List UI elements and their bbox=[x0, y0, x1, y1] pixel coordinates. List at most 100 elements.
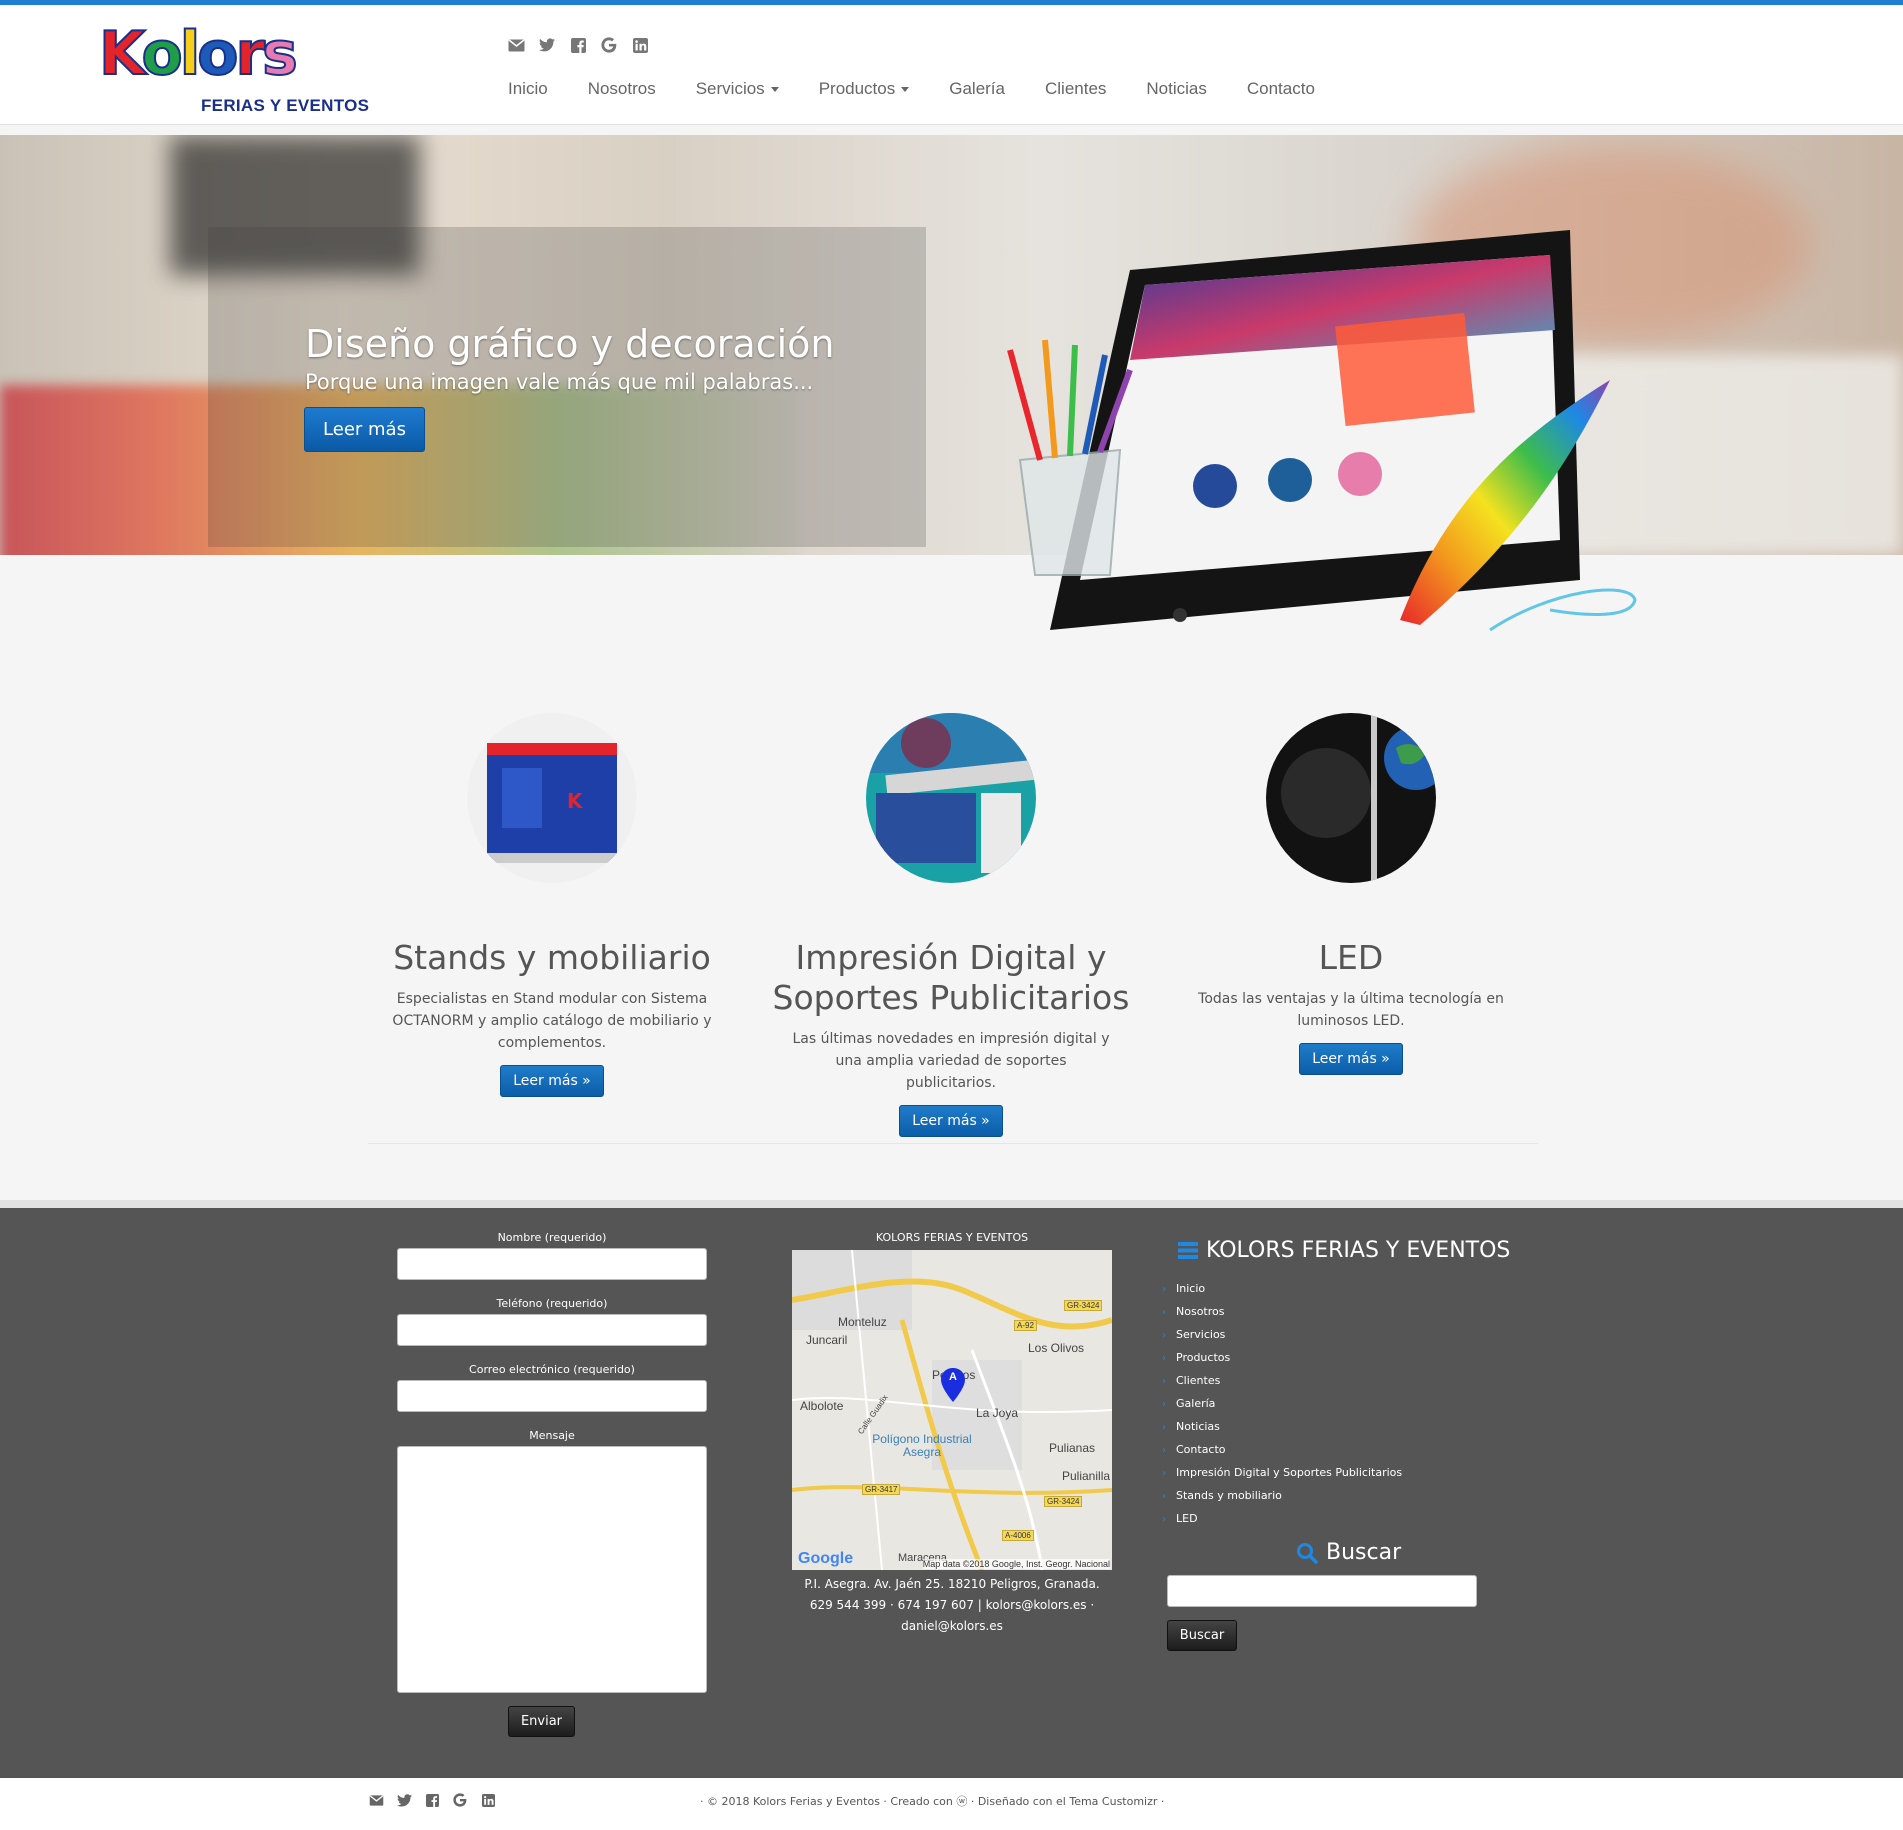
nav-item-label: Contacto bbox=[1246, 79, 1315, 98]
send-button[interactable]: Enviar bbox=[508, 1706, 575, 1737]
twitter-icon[interactable] bbox=[394, 1790, 414, 1810]
feature-description: Todas las ventajas y la última tecnologí… bbox=[1198, 991, 1504, 1029]
facebook-icon[interactable] bbox=[568, 35, 588, 55]
map-place-label: Pulianilla bbox=[1062, 1469, 1111, 1483]
phone-label: Teléfono (requerido) bbox=[496, 1297, 608, 1310]
sidebar-link-nosotros[interactable]: Nosotros bbox=[1162, 1300, 1402, 1323]
nav-item-label: Noticias bbox=[1146, 79, 1207, 98]
map-road-label: A-92 bbox=[1014, 1320, 1037, 1331]
email-field[interactable] bbox=[397, 1380, 707, 1412]
search-heading-text: Buscar bbox=[1326, 1540, 1402, 1565]
twitter-icon[interactable] bbox=[537, 35, 557, 55]
map-road-label: GR-3424 bbox=[1064, 1300, 1103, 1311]
sidebar-link-stands[interactable]: Stands y mobiliario bbox=[1162, 1484, 1402, 1507]
feature-title: Stands y mobiliario bbox=[393, 938, 711, 977]
contact-address: P.I. Asegra. Av. Jaén 25. 18210 Peligros… bbox=[792, 1574, 1112, 1637]
sidebar-link-clientes[interactable]: Clientes bbox=[1162, 1369, 1402, 1392]
google-logo: Google bbox=[798, 1550, 853, 1568]
map-place-label: Los Olivos bbox=[1028, 1341, 1085, 1355]
name-field[interactable] bbox=[397, 1248, 707, 1280]
feature-title: LED bbox=[1318, 938, 1384, 977]
sidebar-link-noticias[interactable]: Noticias bbox=[1162, 1415, 1402, 1438]
svg-text:K: K bbox=[567, 789, 584, 813]
footer-social-links bbox=[366, 1790, 498, 1810]
site-logo[interactable]: Kolors FERIAS Y EVENTOS bbox=[95, 18, 369, 118]
sidebar-link-galeria[interactable]: Galería bbox=[1162, 1392, 1402, 1415]
logo-letter: r bbox=[235, 19, 267, 89]
map-road-label: GR-3417 bbox=[862, 1484, 901, 1495]
logo-letter: o bbox=[140, 19, 183, 89]
nav-item-label: Inicio bbox=[508, 79, 548, 98]
digital-printing-image[interactable] bbox=[866, 713, 1036, 883]
map-marker-icon[interactable]: A bbox=[941, 1368, 965, 1404]
map-place-label: Polígono Industrial Asegra bbox=[872, 1432, 972, 1459]
google-icon[interactable] bbox=[450, 1790, 470, 1810]
email-icon[interactable] bbox=[366, 1790, 386, 1810]
nav-item-label: Clientes bbox=[1044, 79, 1107, 98]
search-icon bbox=[1297, 1542, 1318, 1564]
feature-description: Las últimas novedades en impresión digit… bbox=[792, 1031, 1110, 1091]
name-label: Nombre (requerido) bbox=[497, 1231, 607, 1244]
linkedin-icon[interactable] bbox=[478, 1790, 498, 1810]
map-place-label: Pulianas bbox=[1049, 1441, 1096, 1455]
led-read-more-button[interactable]: Leer más » bbox=[1299, 1043, 1403, 1075]
map-place-label: Juncaril bbox=[806, 1333, 848, 1347]
phone-email-line: 629 544 399 · 674 197 607 | kolors@kolor… bbox=[809, 1598, 1095, 1612]
nav-item-nosotros[interactable]: Nosotros bbox=[588, 79, 656, 99]
nav-item-servicios[interactable]: Servicios bbox=[696, 79, 779, 99]
search-input[interactable] bbox=[1167, 1575, 1477, 1607]
linkedin-icon[interactable] bbox=[630, 35, 650, 55]
nav-item-label: Nosotros bbox=[587, 79, 656, 98]
nav-item-noticias[interactable]: Noticias bbox=[1146, 79, 1206, 99]
sidebar-link-contacto[interactable]: Contacto bbox=[1162, 1438, 1402, 1461]
map-copyright: Map data ©2018 Google, Inst. Geogr. Naci… bbox=[922, 1559, 1110, 1569]
message-textarea[interactable] bbox=[397, 1446, 707, 1693]
copyright-text: · © 2018 Kolors Ferias y Eventos · Cread… bbox=[700, 1795, 1165, 1808]
feature-title: Impresión Digital y Soportes Publicitari… bbox=[772, 938, 1130, 1017]
email-line: daniel@kolors.es bbox=[901, 1619, 1003, 1633]
main-nav: Inicio Nosotros Servicios Productos Gale… bbox=[508, 79, 1355, 99]
section-divider bbox=[368, 1143, 1538, 1144]
map-place-label: Monteluz bbox=[838, 1315, 887, 1329]
caret-down-icon bbox=[770, 87, 779, 93]
sidebar-link-impresion[interactable]: Impresión Digital y Soportes Publicitari… bbox=[1162, 1461, 1402, 1484]
sidebar-link-led[interactable]: LED bbox=[1162, 1507, 1402, 1530]
sidebar-link-inicio[interactable]: Inicio bbox=[1162, 1277, 1402, 1300]
facebook-icon[interactable] bbox=[422, 1790, 442, 1810]
nav-item-label: Productos bbox=[818, 79, 896, 98]
logo-wordmark: Kolors bbox=[98, 19, 299, 89]
nav-item-clientes[interactable]: Clientes bbox=[1045, 79, 1106, 99]
tablet-design-illustration bbox=[1007, 230, 1637, 632]
led-image[interactable] bbox=[1266, 713, 1436, 883]
nav-item-productos[interactable]: Productos bbox=[819, 79, 910, 99]
nav-item-inicio[interactable]: Inicio bbox=[508, 79, 548, 99]
digital-printing-read-more-button[interactable]: Leer más » bbox=[899, 1105, 1003, 1137]
google-icon[interactable] bbox=[599, 35, 619, 55]
map-place-label: Albolote bbox=[800, 1399, 844, 1413]
nav-item-contacto[interactable]: Contacto bbox=[1247, 79, 1315, 99]
feature-stands: Stands y mobiliario Especialistas en Sta… bbox=[372, 938, 732, 1097]
logo-tagline: FERIAS Y EVENTOS bbox=[201, 96, 370, 115]
search-button[interactable]: Buscar bbox=[1167, 1620, 1237, 1651]
nav-item-label: Galería bbox=[949, 79, 1005, 98]
hero-read-more-button[interactable]: Leer más bbox=[304, 407, 425, 452]
stands-image[interactable]: K bbox=[467, 713, 637, 883]
site-header: Kolors FERIAS Y EVENTOS Inicio Nosotros … bbox=[0, 5, 1903, 125]
map-place-label: La Joya bbox=[976, 1406, 1019, 1420]
caret-down-icon bbox=[901, 87, 910, 93]
sidebar-title-text: KOLORS FERIAS Y EVENTOS bbox=[1206, 1238, 1511, 1263]
location-map[interactable]: Monteluz Juncaril Los Olivos Peligros Al… bbox=[792, 1250, 1112, 1570]
logo-letter: K bbox=[98, 19, 146, 89]
email-icon[interactable] bbox=[506, 35, 526, 55]
map-marker-label: A bbox=[949, 1371, 957, 1383]
phone-field[interactable] bbox=[397, 1314, 707, 1346]
nav-item-galeria[interactable]: Galería bbox=[949, 79, 1005, 99]
hero-subtitle: Porque una imagen vale más que mil palab… bbox=[305, 370, 814, 394]
logo-letter: s bbox=[261, 19, 299, 89]
feature-led: LED Todas las ventajas y la última tecno… bbox=[1171, 938, 1531, 1075]
sidebar-title: KOLORS FERIAS Y EVENTOS bbox=[1178, 1238, 1510, 1263]
sidebar-link-servicios[interactable]: Servicios bbox=[1162, 1323, 1402, 1346]
message-label: Mensaje bbox=[529, 1429, 575, 1442]
sidebar-link-productos[interactable]: Productos bbox=[1162, 1346, 1402, 1369]
stands-read-more-button[interactable]: Leer más » bbox=[500, 1065, 604, 1097]
